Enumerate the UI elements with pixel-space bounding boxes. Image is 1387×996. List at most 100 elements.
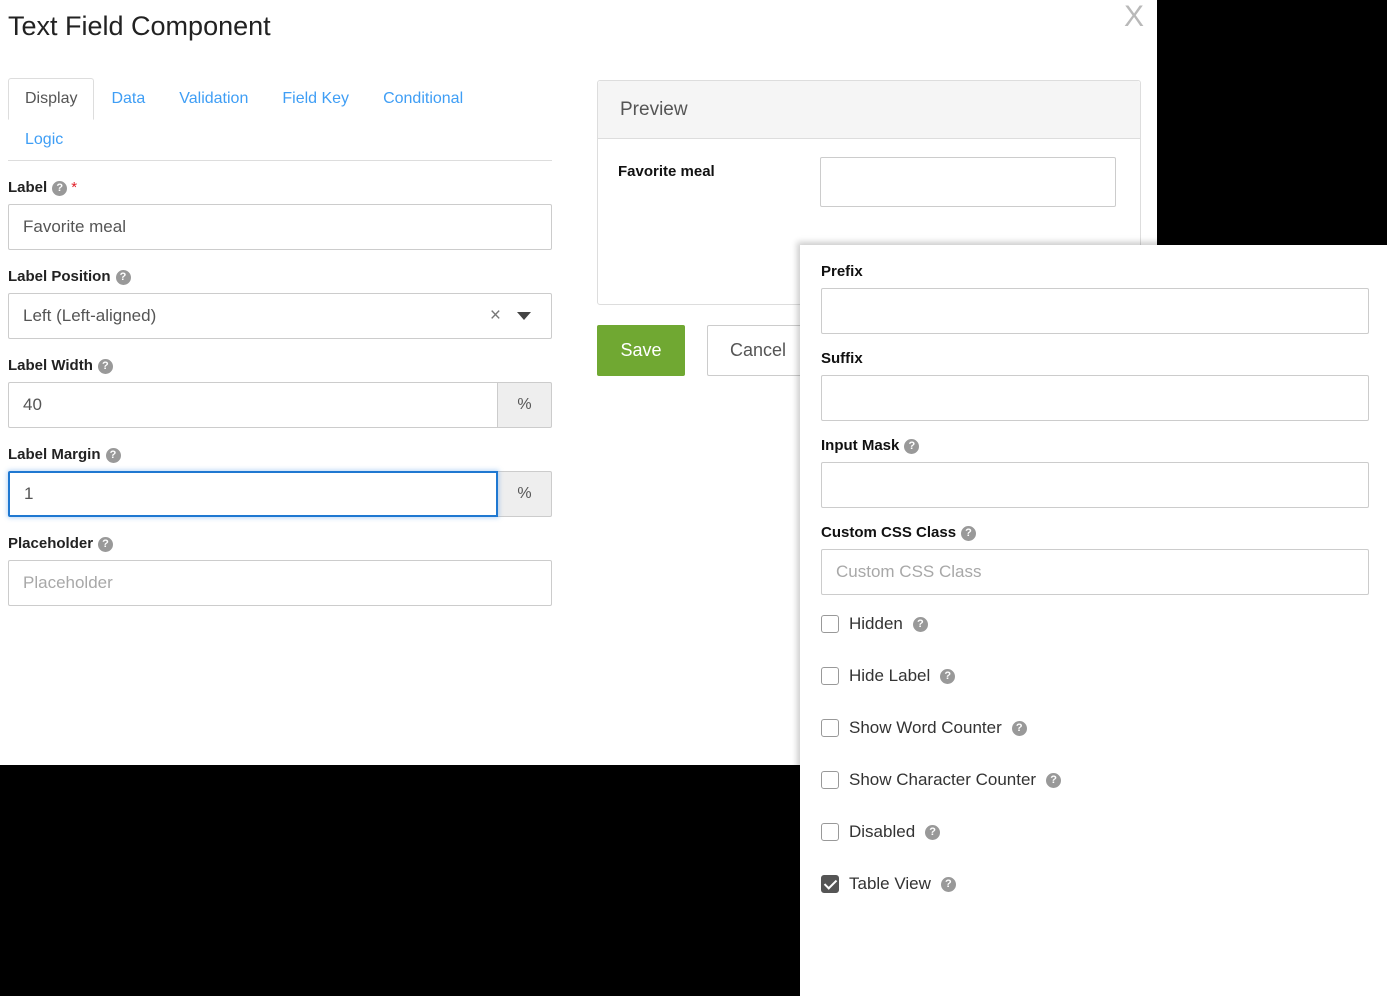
label-field-title: Label: [8, 179, 48, 196]
tab-display-label: Display: [25, 90, 78, 107]
checkbox-row-table-view[interactable]: Table View ?: [821, 871, 1367, 897]
page-title: Text Field Component: [8, 11, 271, 41]
help-icon[interactable]: ?: [1046, 772, 1062, 788]
input-mask-input[interactable]: [821, 462, 1369, 508]
checkbox-row-disabled[interactable]: Disabled ?: [821, 819, 1367, 845]
preview-panel-body: Favorite meal: [598, 139, 1140, 207]
placeholder-input[interactable]: Placeholder: [8, 560, 552, 606]
checkbox-show-character-counter[interactable]: [821, 771, 839, 789]
prefix-title: Prefix: [821, 263, 863, 280]
label-margin-unit-addon: %: [498, 471, 552, 517]
checkbox-row-show-character-counter[interactable]: Show Character Counter ?: [821, 767, 1367, 793]
checkbox-disabled[interactable]: [821, 823, 839, 841]
label-position-title: Label Position: [8, 268, 111, 285]
help-icon[interactable]: ?: [97, 358, 113, 374]
field-placeholder-group: Placeholder ? Placeholder: [8, 535, 552, 606]
label-position-selected-value: Left (Left-aligned): [23, 306, 157, 325]
custom-css-class-input[interactable]: Custom CSS Class: [821, 549, 1369, 595]
label-width-title-row: Label Width ?: [8, 357, 552, 375]
field-label-group: Label ? * Favorite meal: [8, 179, 552, 250]
occluded-region-bottom-left: [0, 765, 800, 996]
chevron-down-icon[interactable]: [517, 312, 531, 320]
label-margin-title-row: Label Margin ?: [8, 446, 552, 464]
label-margin-input-group: 1 %: [8, 471, 552, 517]
close-icon[interactable]: X: [1124, 0, 1144, 36]
custom-css-class-title-row: Custom CSS Class ?: [821, 524, 1367, 542]
field-suffix-group: Suffix: [821, 350, 1369, 421]
label-width-input[interactable]: 40: [8, 382, 498, 428]
label-width-input-group: 40 %: [8, 382, 552, 428]
tab-logic[interactable]: Logic: [8, 119, 80, 161]
custom-css-class-title: Custom CSS Class: [821, 524, 957, 541]
help-icon[interactable]: ?: [98, 536, 114, 552]
field-label-position-group: Label Position ? Left (Left-aligned) ×: [8, 268, 552, 339]
suffix-input[interactable]: [821, 375, 1369, 421]
help-icon[interactable]: ?: [105, 447, 121, 463]
suffix-title: Suffix: [821, 350, 863, 367]
checkbox-show-character-counter-label: Show Character Counter: [849, 770, 1037, 789]
checkbox-hidden-label: Hidden: [849, 614, 903, 633]
save-button[interactable]: Save: [597, 325, 685, 376]
checkbox-hide-label-label: Hide Label: [849, 666, 931, 685]
select-controls: ×: [490, 306, 537, 325]
tab-field-key[interactable]: Field Key: [265, 78, 366, 120]
prefix-title-row: Prefix: [821, 263, 1367, 281]
display-settings-column: Display Data Validation Field Key Condit…: [8, 78, 552, 606]
label-width-unit-addon: %: [498, 382, 552, 428]
checkbox-hidden[interactable]: [821, 615, 839, 633]
advanced-settings-panel: Prefix Suffix Input Mask ? Custom CSS Cl…: [800, 245, 1387, 996]
tab-field-key-label: Field Key: [282, 90, 350, 107]
help-icon[interactable]: ?: [940, 876, 956, 892]
placeholder-title: Placeholder: [8, 535, 94, 552]
help-icon[interactable]: ?: [1011, 720, 1027, 736]
modal-action-buttons: Save Cancel: [597, 325, 809, 376]
input-mask-title-row: Input Mask ?: [821, 437, 1367, 455]
tab-display[interactable]: Display: [8, 78, 95, 120]
help-icon[interactable]: ?: [904, 438, 920, 454]
field-label-width-group: Label Width ? 40 %: [8, 357, 552, 428]
prefix-input[interactable]: [821, 288, 1369, 334]
field-custom-css-class-group: Custom CSS Class ? Custom CSS Class: [821, 524, 1369, 595]
checkbox-table-view[interactable]: [821, 875, 839, 893]
checkbox-disabled-label: Disabled: [849, 822, 916, 841]
field-input-mask-group: Input Mask ?: [821, 437, 1369, 508]
text-field-component-modal: Text Field Component X Display Data Vali…: [0, 0, 1387, 996]
help-icon[interactable]: ?: [115, 269, 131, 285]
placeholder-title-row: Placeholder ?: [8, 535, 552, 553]
label-position-select[interactable]: Left (Left-aligned) ×: [8, 293, 552, 339]
label-width-title: Label Width: [8, 357, 93, 374]
input-mask-title: Input Mask: [821, 437, 900, 454]
preview-panel-header: Preview: [598, 81, 1140, 139]
help-icon[interactable]: ?: [961, 525, 977, 541]
cancel-button[interactable]: Cancel: [707, 325, 809, 376]
checkbox-row-hide-label[interactable]: Hide Label ?: [821, 663, 1367, 689]
checkbox-hide-label[interactable]: [821, 667, 839, 685]
checkbox-row-hidden[interactable]: Hidden ?: [821, 611, 1367, 637]
help-icon[interactable]: ?: [912, 616, 928, 632]
occluded-region-top-right: [1157, 0, 1387, 245]
tab-validation[interactable]: Validation: [162, 78, 265, 120]
clear-selection-icon[interactable]: ×: [490, 306, 501, 325]
preview-field-input[interactable]: [820, 157, 1116, 207]
required-marker: *: [71, 179, 78, 196]
preview-field-label: Favorite meal: [618, 163, 715, 180]
checkbox-row-show-word-counter[interactable]: Show Word Counter ?: [821, 715, 1367, 741]
tab-data[interactable]: Data: [94, 78, 162, 120]
help-icon[interactable]: ?: [925, 824, 941, 840]
checkbox-table-view-label: Table View: [849, 874, 931, 893]
label-margin-title: Label Margin: [8, 446, 101, 463]
tab-logic-label: Logic: [25, 131, 64, 148]
tab-data-label: Data: [111, 90, 146, 107]
tab-conditional-label: Conditional: [383, 90, 464, 107]
label-position-title-row: Label Position ?: [8, 268, 552, 286]
tab-conditional[interactable]: Conditional: [366, 78, 480, 120]
checkbox-show-word-counter[interactable]: [821, 719, 839, 737]
help-icon[interactable]: ?: [52, 180, 68, 196]
field-label-margin-group: Label Margin ? 1 %: [8, 446, 552, 517]
tab-validation-label: Validation: [179, 90, 249, 107]
suffix-title-row: Suffix: [821, 350, 1367, 368]
label-input[interactable]: Favorite meal: [8, 204, 552, 250]
label-margin-input[interactable]: 1: [8, 471, 498, 517]
help-icon[interactable]: ?: [940, 668, 956, 684]
settings-tabs: Display Data Validation Field Key Condit…: [8, 78, 552, 160]
